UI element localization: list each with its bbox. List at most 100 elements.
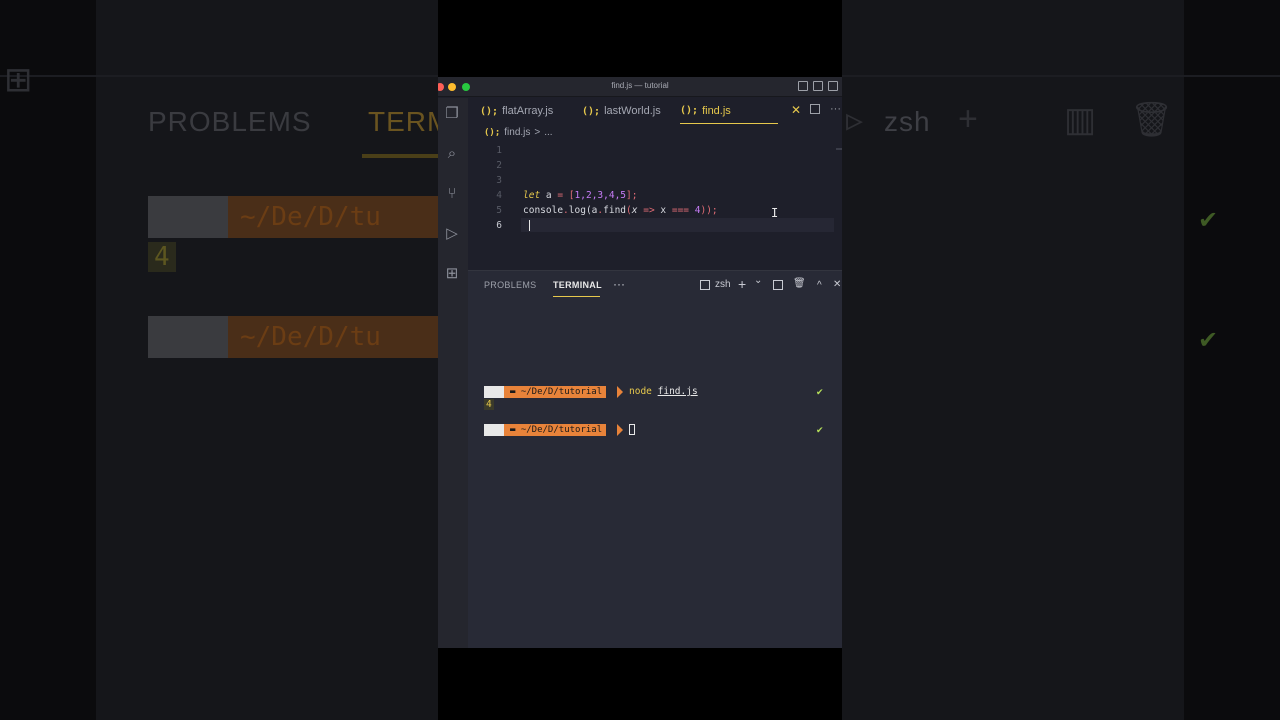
window-title: find.js — tutorial bbox=[611, 81, 669, 90]
backdrop-path-2: ~/De/D/tu bbox=[240, 322, 381, 352]
path-text: ~/De/D/tutorial bbox=[520, 387, 603, 397]
tab-terminal[interactable]: TERMINAL bbox=[553, 280, 602, 290]
text-caret bbox=[529, 220, 530, 231]
number-literal: 4 bbox=[689, 205, 701, 216]
backdrop-path-1: ~/De/D/tu bbox=[240, 202, 381, 232]
code-editor[interactable]: 1 2 3 4 5 6 let a = [1,2,3,4,5]; console… bbox=[468, 143, 842, 270]
method: log bbox=[568, 205, 586, 216]
shell-label[interactable]: zsh bbox=[715, 279, 731, 290]
identifier: x bbox=[660, 205, 672, 216]
punctuation: [ bbox=[563, 190, 575, 201]
terminal-cursor[interactable] bbox=[629, 424, 635, 435]
backdrop-check-1: ✔ bbox=[1198, 207, 1219, 234]
tab-lastworld[interactable]: (); lastWorld.js bbox=[582, 98, 661, 124]
backdrop-output: 4 bbox=[148, 242, 176, 272]
terminal-command: node find.js bbox=[629, 386, 698, 397]
terminal-output: 4 bbox=[484, 399, 494, 410]
split-editor-icon[interactable] bbox=[810, 104, 820, 114]
source-control-icon[interactable]: ⑂ bbox=[442, 184, 462, 204]
js-file-icon: (); bbox=[680, 105, 699, 116]
backdrop-tab-underline bbox=[362, 154, 438, 158]
layout-controls bbox=[798, 81, 838, 91]
number-literals: 1,2,3,4,5 bbox=[574, 190, 627, 201]
editor-tabs: (); flatArray.js (); lastWorld.js (); fi… bbox=[468, 98, 842, 124]
js-file-icon: (); bbox=[484, 127, 501, 138]
line-number: 3 bbox=[496, 175, 502, 186]
extensions-icon[interactable]: ⊞ bbox=[442, 264, 462, 284]
activity-bar: ❐ ⌕ ⑂ ▷ ⊞ bbox=[438, 98, 468, 648]
search-icon[interactable]: ⌕ bbox=[442, 144, 462, 164]
identifier: (a bbox=[585, 205, 598, 216]
new-terminal-icon[interactable]: + bbox=[738, 276, 746, 292]
success-check-icon: ✔ bbox=[816, 425, 824, 435]
line-number: 6 bbox=[496, 220, 502, 231]
prompt-path: ▬ ~/De/D/tutorial bbox=[504, 386, 607, 398]
bottom-panel: PROBLEMS TERMINAL ··· zsh + ⌄ 🗑 ^ ✕ ▬ ~/… bbox=[468, 270, 842, 648]
method: find bbox=[603, 205, 627, 216]
operator: => bbox=[637, 205, 661, 216]
toggle-panel-icon[interactable] bbox=[813, 81, 823, 91]
keyword: let bbox=[523, 190, 541, 201]
apple-icon bbox=[484, 424, 504, 436]
explorer-icon[interactable]: ❐ bbox=[442, 104, 462, 124]
terminal-icon bbox=[700, 280, 710, 290]
apple-icon bbox=[484, 386, 504, 398]
breadcrumb-file[interactable]: find.js bbox=[504, 127, 530, 138]
tab-flatarray[interactable]: (); flatArray.js bbox=[480, 98, 553, 124]
identifier: console bbox=[523, 205, 564, 216]
folder-icon: ▬ bbox=[510, 387, 521, 397]
toggle-sidebar-icon[interactable] bbox=[798, 81, 808, 91]
more-actions-icon[interactable]: ··· bbox=[830, 103, 841, 115]
chevron-down-icon[interactable]: ⌄ bbox=[754, 275, 762, 286]
backdrop-problems-label: PROBLEMS bbox=[148, 106, 312, 137]
operator: === bbox=[671, 205, 690, 216]
close-panel-icon[interactable]: ✕ bbox=[833, 279, 841, 290]
success-check-icon: ✔ bbox=[816, 387, 824, 397]
trash-icon[interactable]: 🗑 bbox=[793, 278, 806, 289]
command-name: node bbox=[629, 386, 652, 397]
backdrop-trash-icon: 🗑 bbox=[1130, 101, 1174, 139]
tab-label: lastWorld.js bbox=[604, 105, 661, 117]
letterbox-bottom bbox=[438, 648, 842, 720]
tab-problems[interactable]: PROBLEMS bbox=[484, 280, 536, 290]
letterbox-top bbox=[438, 0, 842, 77]
tab-label: find.js bbox=[702, 104, 731, 117]
toggle-secondary-sidebar-icon[interactable] bbox=[828, 81, 838, 91]
close-tab-icon[interactable]: ✕ bbox=[791, 103, 801, 117]
backdrop-plus-icon: + bbox=[958, 100, 978, 138]
backdrop-shell-label: zsh bbox=[884, 106, 931, 137]
folder-icon: ▬ bbox=[510, 425, 521, 435]
breadcrumb: (); find.js > ... bbox=[484, 127, 553, 138]
line-number: 2 bbox=[496, 160, 502, 171]
prompt-arrow bbox=[617, 424, 623, 436]
path-text: ~/De/D/tutorial bbox=[520, 425, 603, 435]
code-line-5: console.log(a.find(x => x === 4)); bbox=[523, 205, 718, 216]
backdrop-check-2: ✔ bbox=[1198, 327, 1219, 354]
backdrop-split-icon: ▥ bbox=[1064, 101, 1097, 139]
command-arg: find.js bbox=[657, 386, 698, 397]
line-number: 1 bbox=[496, 145, 502, 156]
line-number: 5 bbox=[496, 205, 502, 216]
punctuation: ]; bbox=[626, 190, 638, 201]
prompt-path: ▬ ~/De/D/tutorial bbox=[504, 424, 607, 436]
run-debug-icon[interactable]: ▷ bbox=[442, 224, 462, 244]
maximize-panel-icon[interactable]: ^ bbox=[817, 280, 822, 291]
line-number: 4 bbox=[496, 190, 502, 201]
identifier: a bbox=[540, 190, 558, 201]
panel-more-icon[interactable]: ··· bbox=[613, 277, 625, 291]
current-line-highlight bbox=[521, 218, 834, 232]
ibeam-cursor-icon: I bbox=[771, 206, 779, 220]
prompt-arrow bbox=[617, 386, 623, 398]
backdrop-terminal-icon: ▹ bbox=[846, 101, 864, 139]
tab-find[interactable]: (); find.js bbox=[680, 98, 778, 124]
breadcrumb-rest[interactable]: ... bbox=[544, 127, 552, 138]
split-terminal-icon[interactable] bbox=[773, 280, 783, 290]
backdrop-apple-segment-2 bbox=[148, 316, 228, 358]
js-file-icon: (); bbox=[480, 105, 499, 117]
backdrop-apple-segment bbox=[148, 196, 228, 238]
minimap[interactable] bbox=[836, 148, 842, 150]
editor-window: find.js — tutorial ❐ ⌕ ⑂ ▷ ⊞ (); flatArr… bbox=[438, 77, 842, 648]
title-bar: find.js — tutorial bbox=[438, 77, 842, 97]
code-line-4: let a = [1,2,3,4,5]; bbox=[523, 190, 637, 201]
js-file-icon: (); bbox=[582, 105, 601, 117]
